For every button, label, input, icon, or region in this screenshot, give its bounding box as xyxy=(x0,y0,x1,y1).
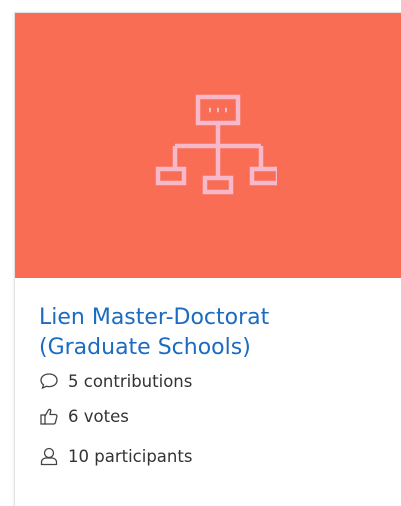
comment-icon xyxy=(39,371,59,391)
user-icon xyxy=(39,446,59,466)
votes-label: 6 votes xyxy=(68,406,129,426)
card-body: Lien Master-Doctorat (Graduate Schools) … xyxy=(39,303,401,476)
participants-stat: 10 participants xyxy=(39,436,401,476)
votes-stat: 6 votes xyxy=(39,396,401,436)
contributions-label: 5 contributions xyxy=(68,371,193,391)
contributions-stat: 5 contributions xyxy=(39,366,401,396)
thumbs-up-icon xyxy=(39,406,59,426)
card-image[interactable] xyxy=(15,13,401,278)
card-title-link[interactable]: Lien Master-Doctorat (Graduate Schools) xyxy=(39,303,369,363)
project-card[interactable]: Lien Master-Doctorat (Graduate Schools) … xyxy=(14,12,401,506)
participants-label: 10 participants xyxy=(68,446,193,466)
sitemap-icon xyxy=(155,94,277,195)
